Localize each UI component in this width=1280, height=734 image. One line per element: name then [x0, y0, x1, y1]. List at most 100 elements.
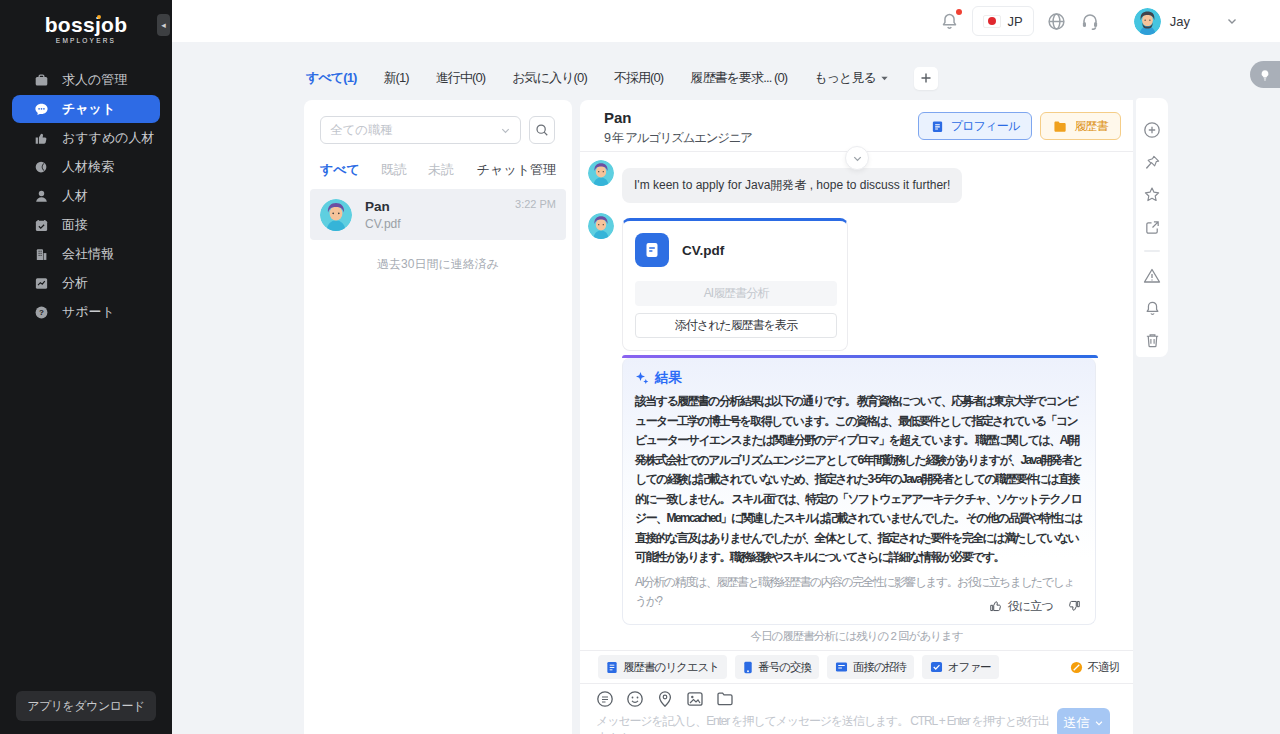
thumbs-up-icon	[989, 599, 1003, 613]
sidebar-item-support[interactable]: ? サポート	[12, 298, 160, 326]
globe-icon[interactable]	[1047, 12, 1066, 31]
chevron-down-icon	[880, 74, 889, 83]
chat-message-bubble: I'm keen to apply for Java開発者 , hope to …	[622, 168, 962, 203]
chat-item-preview: CV.pdf	[365, 217, 515, 231]
profile-button[interactable]: プロフィール	[918, 112, 1033, 140]
tab-new[interactable]: 新(1)	[383, 69, 408, 87]
offer-button[interactable]: オファー	[922, 655, 999, 679]
image-icon[interactable]	[686, 690, 704, 708]
analysis-remaining-note: 今日の履歴書分析には残りの 2 回があります	[580, 629, 1133, 644]
report-warning-button[interactable]	[1143, 260, 1161, 292]
interview-invite-button[interactable]: 面接の招待	[827, 655, 914, 679]
user-avatar[interactable]	[1134, 8, 1161, 35]
bell-icon	[940, 12, 959, 31]
user-name: Jay	[1170, 14, 1190, 29]
sidebar: bossjob EMPLOYERS ◂ 求人の管理 チャット おすすめの人材 人…	[0, 0, 172, 734]
quick-replies-icon[interactable]	[596, 690, 614, 708]
calendar-check-icon	[34, 218, 49, 233]
talent-search-icon	[34, 160, 49, 175]
japan-flag-icon	[983, 15, 1001, 28]
person-icon	[34, 189, 49, 204]
sidebar-item-talent-search[interactable]: 人材検索	[12, 153, 160, 181]
thumbs-up-icon	[34, 131, 49, 146]
ai-resume-analysis-button[interactable]: AI履歴書分析	[635, 281, 837, 306]
download-app-button[interactable]: アプリをダウンロード	[16, 691, 156, 721]
tab-resume-requested[interactable]: 履歴書を要求... (0)	[690, 69, 787, 87]
phone-icon	[743, 661, 753, 674]
chevron-down-icon	[1094, 718, 1104, 728]
sidebar-menu: 求人の管理 チャット おすすめの人材 人材検索 人材 面接 会社情報 分析	[0, 66, 172, 326]
sidebar-item-recommended[interactable]: おすすめの人材	[12, 124, 160, 152]
star-button[interactable]	[1143, 179, 1161, 211]
folder-icon	[1053, 120, 1067, 133]
tab-more[interactable]: もっと見る	[814, 69, 889, 87]
divider	[1144, 250, 1160, 252]
sidebar-item-chat[interactable]: チャット	[12, 95, 160, 123]
share-button[interactable]	[1144, 211, 1161, 243]
briefcase-icon	[34, 73, 49, 88]
notification-bell[interactable]	[940, 12, 959, 31]
sidebar-item-jobs[interactable]: 求人の管理	[12, 66, 160, 94]
attachment-filename: CV.pdf	[682, 243, 724, 258]
message-row: CV.pdf AI履歴書分析 添付された履歴書を表示	[588, 213, 848, 351]
chevron-down-icon	[500, 125, 511, 136]
sidebar-item-analytics[interactable]: 分析	[12, 269, 160, 297]
send-button[interactable]: 送信	[1057, 708, 1110, 734]
filter-unread[interactable]: 未読	[428, 161, 454, 179]
resume-request-icon	[606, 661, 618, 674]
language-selector[interactable]: JP	[972, 6, 1034, 36]
mute-bell-button[interactable]	[1144, 292, 1161, 324]
search-icon	[535, 123, 549, 137]
thumbs-down-button[interactable]	[1067, 599, 1081, 613]
pin-button[interactable]	[1144, 146, 1161, 178]
help-widget[interactable]	[1250, 61, 1280, 88]
tab-rejected[interactable]: 不採用(0)	[614, 69, 664, 87]
resume-attachment-card: CV.pdf AI履歴書分析 添付された履歴書を表示	[622, 218, 848, 351]
helpful-button[interactable]: 役に立つ	[989, 598, 1053, 615]
folder-icon[interactable]	[716, 690, 734, 708]
avatar	[320, 199, 352, 231]
emoji-icon[interactable]	[626, 690, 644, 708]
search-button[interactable]	[529, 116, 555, 144]
message-row: I'm keen to apply for Java開発者 , hope to …	[588, 160, 962, 203]
logo: bossjob EMPLOYERS	[0, 0, 172, 44]
add-circle-button[interactable]	[1143, 114, 1161, 146]
sidebar-item-talent[interactable]: 人材	[12, 182, 160, 210]
filter-read[interactable]: 既読	[381, 161, 407, 179]
tab-in-progress[interactable]: 進行中(0)	[436, 69, 486, 87]
location-icon[interactable]	[656, 690, 674, 708]
message-input[interactable]: メッセージを記入し、Enter を押してメッセージを送信します。 CTRL + …	[596, 713, 1058, 734]
chat-manage-link[interactable]: チャット管理	[477, 161, 556, 179]
collapse-chat-button[interactable]	[845, 146, 869, 170]
chat-filters: すべて 既読 未読 チャット管理	[304, 161, 572, 179]
sparkle-icon	[635, 371, 649, 385]
view-attached-resume-button[interactable]: 添付された履歴書を表示	[635, 313, 837, 338]
sidebar-item-interviews[interactable]: 面接	[12, 211, 160, 239]
pdf-file-icon	[635, 233, 669, 267]
chat-list-item[interactable]: Pan CV.pdf 3:22 PM	[310, 189, 566, 240]
result-body: 該当する履歴書の分析結果は以下の通りです。 教育資格について、応募者は東京大学で…	[635, 392, 1083, 568]
inappropriate-icon	[1070, 661, 1083, 674]
topbar: JP Jay	[172, 0, 1280, 42]
result-accent-bar	[622, 355, 1098, 358]
question-icon: ?	[34, 305, 49, 320]
tab-all[interactable]: すべて(1)	[306, 69, 356, 87]
support-headset-icon[interactable]	[1080, 11, 1100, 31]
tab-favorites[interactable]: お気に入り(0)	[512, 69, 587, 87]
filter-all[interactable]: すべて	[320, 161, 360, 179]
logo-subtitle: EMPLOYERS	[0, 37, 172, 44]
resume-button[interactable]: 履歴書	[1040, 112, 1121, 140]
add-tab-button[interactable]	[914, 67, 938, 90]
user-menu-chevron-icon[interactable]	[1226, 15, 1238, 27]
sidebar-item-company[interactable]: 会社情報	[12, 240, 160, 268]
request-resume-button[interactable]: 履歴書のリクエスト	[598, 655, 727, 679]
job-filter-select[interactable]: 全ての職種	[320, 116, 521, 144]
sidebar-collapse-button[interactable]: ◂	[157, 14, 170, 36]
building-icon	[34, 247, 49, 262]
exchange-number-button[interactable]: 番号の交換	[735, 655, 819, 679]
delete-button[interactable]	[1144, 325, 1161, 357]
interview-icon	[835, 661, 848, 673]
chat-header: Pan 9 年 アルゴリズムエンジニア プロフィール 履歴書	[580, 100, 1133, 152]
profile-doc-icon	[931, 120, 944, 133]
report-inappropriate-button[interactable]: 不適切	[1064, 660, 1126, 675]
